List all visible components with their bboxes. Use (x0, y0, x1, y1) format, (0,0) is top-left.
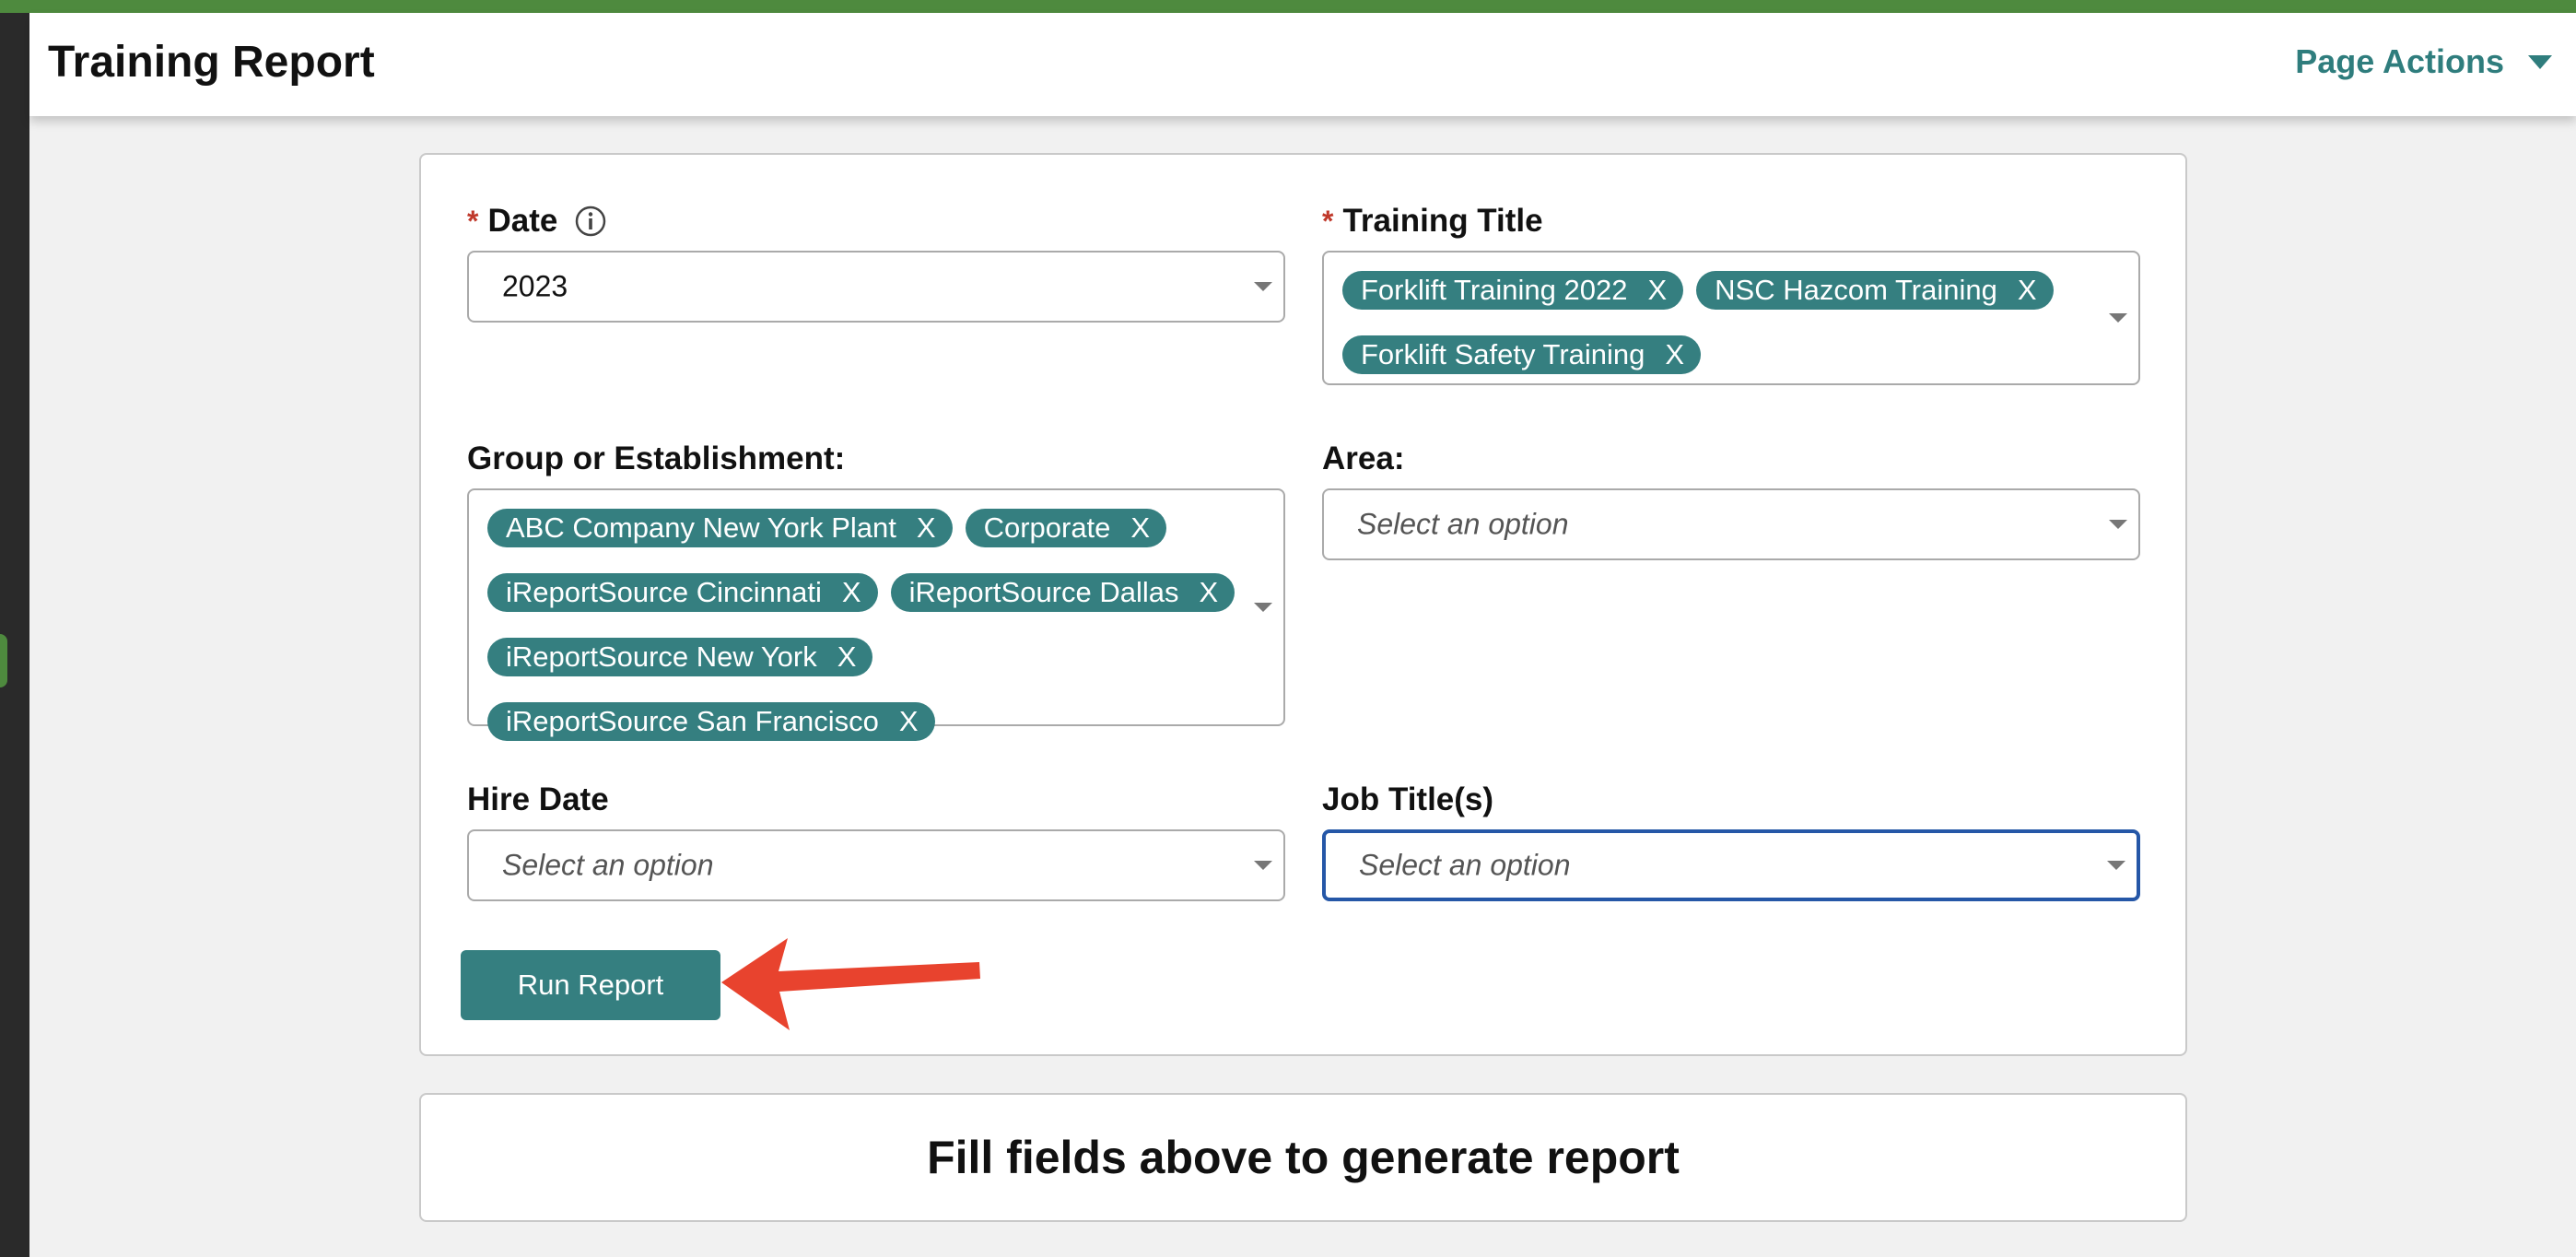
remove-tag-button[interactable]: X (842, 576, 861, 609)
remove-tag-button[interactable]: X (917, 511, 936, 545)
job-titles-placeholder: Select an option (1359, 848, 1571, 882)
area-select[interactable]: Select an option (1322, 488, 2140, 560)
tag-label: Forklift Training 2022 (1361, 274, 1628, 306)
report-filter-form: * Date 2023 * Training Title Forklift Tr… (419, 153, 2187, 1056)
area-label: Area: (1322, 441, 1404, 477)
page-actions-label: Page Actions (2295, 42, 2504, 80)
tag-label: Corporate (983, 511, 1111, 544)
remove-tag-button[interactable]: X (1130, 511, 1150, 545)
group-label: Group or Establishment: (467, 441, 845, 477)
chevron-down-icon (1254, 282, 1272, 291)
remove-tag-button[interactable]: X (1665, 338, 1684, 371)
remove-tag-button[interactable]: X (1200, 576, 1219, 609)
chevron-down-icon (2109, 520, 2127, 529)
annotation-arrow-icon (721, 938, 980, 1030)
selected-tag: NSC Hazcom Training X (1696, 271, 2054, 310)
tag-label: ABC Company New York Plant (506, 511, 896, 544)
brand-stripe (0, 0, 2576, 13)
remove-tag-button[interactable]: X (837, 640, 857, 674)
tag-label: iReportSource San Francisco (506, 705, 879, 737)
selected-tag: Forklift Training 2022 X (1342, 271, 1684, 310)
training-title-multiselect[interactable]: Forklift Training 2022 X NSC Hazcom Train… (1322, 251, 2140, 385)
page-actions-menu[interactable]: Page Actions (2295, 42, 2552, 81)
job-titles-select[interactable]: Select an option (1322, 829, 2140, 901)
tag-label: iReportSource New York (506, 640, 817, 673)
chevron-down-icon (2528, 54, 2552, 69)
chevron-down-icon (2109, 313, 2127, 323)
hire-date-select[interactable]: Select an option (467, 829, 1285, 901)
sidebar-toggle-tab[interactable] (0, 634, 7, 687)
chevron-down-icon (1254, 603, 1272, 612)
tag-label: NSC Hazcom Training (1715, 274, 1997, 306)
selected-tag: iReportSource Dallas X (890, 573, 1235, 612)
group-tags: ABC Company New York Plant X Corporate X i… (487, 509, 1237, 741)
hire-date-placeholder: Select an option (502, 848, 714, 882)
required-marker: * (1322, 204, 1334, 238)
run-report-button[interactable]: Run Report (461, 950, 720, 1020)
hire-date-label-text: Hire Date (467, 781, 609, 817)
report-placeholder-message: Fill fields above to generate report (927, 1132, 1680, 1183)
selected-tag: iReportSource San Francisco X (487, 702, 935, 741)
selected-tag: Corporate X (965, 509, 1167, 547)
remove-tag-button[interactable]: X (2018, 274, 2037, 307)
training-title-label-text: Training Title (1342, 203, 1543, 239)
hire-date-label: Hire Date (467, 781, 609, 818)
remove-tag-button[interactable]: X (899, 705, 919, 738)
selected-tag: ABC Company New York Plant X (487, 509, 953, 547)
required-marker: * (467, 204, 479, 238)
chevron-down-icon (1254, 861, 1272, 870)
group-multiselect[interactable]: ABC Company New York Plant X Corporate X i… (467, 488, 1285, 741)
report-output-panel: Fill fields above to generate report (419, 1093, 2187, 1222)
selected-tag: Forklift Safety Training X (1342, 335, 1702, 374)
date-select[interactable]: 2023 (467, 251, 1285, 323)
tag-label: iReportSource Cincinnati (506, 576, 822, 608)
area-placeholder: Select an option (1357, 507, 1569, 541)
job-titles-label-text: Job Title(s) (1322, 781, 1494, 817)
chevron-down-icon (2107, 861, 2125, 870)
date-label-text: Date (487, 203, 558, 239)
area-label-text: Area: (1322, 441, 1405, 476)
training-title-tags: Forklift Training 2022 X NSC Hazcom Train… (1342, 271, 2092, 374)
group-label-text: Group or Establishment: (467, 441, 846, 476)
training-title-label: * Training Title (1322, 203, 1543, 240)
job-titles-label: Job Title(s) (1322, 781, 1493, 818)
page-title: Training Report (48, 38, 375, 87)
selected-tag: iReportSource New York X (487, 638, 873, 676)
info-icon[interactable] (574, 205, 607, 238)
tag-label: Forklift Safety Training (1361, 338, 1645, 370)
remove-tag-button[interactable]: X (1647, 274, 1667, 307)
selected-tag: iReportSource Cincinnati X (487, 573, 878, 612)
date-value: 2023 (502, 269, 568, 303)
page-header: Training Report Page Actions (29, 13, 2576, 116)
date-label: * Date (467, 203, 607, 240)
tag-label: iReportSource Dallas (908, 576, 1179, 608)
